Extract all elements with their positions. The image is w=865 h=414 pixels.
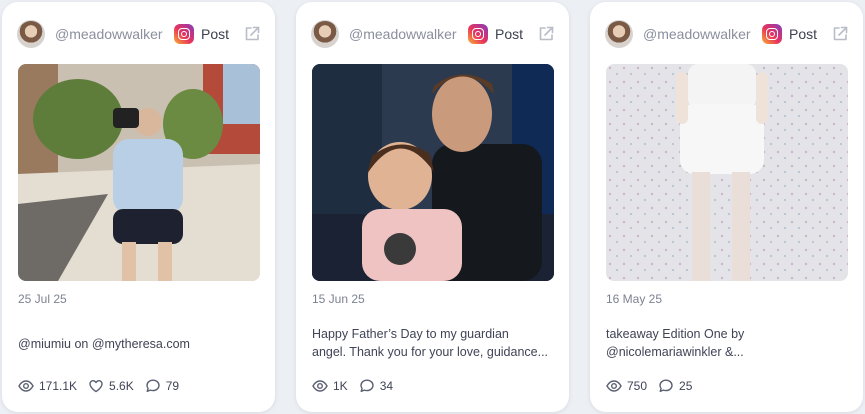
- comment-icon: [146, 379, 160, 392]
- comments-count: 25: [679, 379, 693, 393]
- post-card[interactable]: @meadowwalker Post 25 Jul 25 @miumiu on …: [2, 2, 275, 412]
- post-date: 25 Jul 25: [18, 292, 67, 306]
- eye-icon: [312, 380, 328, 392]
- views-count: 171.1K: [39, 379, 78, 393]
- post-date: 15 Jun 25: [312, 292, 365, 306]
- post-caption: Happy Father’s Day to my guardian angel.…: [312, 325, 556, 361]
- post-stats: 1K 34: [312, 378, 404, 394]
- caption-line: takeaway Edition One by: [606, 327, 745, 341]
- post-image[interactable]: [18, 64, 260, 281]
- comment-icon: [659, 379, 673, 392]
- views-stat: 171.1K: [18, 378, 77, 394]
- post-stats: 750 25: [606, 378, 703, 394]
- fashion-photo: [606, 64, 848, 281]
- external-link-icon[interactable]: [831, 25, 849, 43]
- caption-line: angel. Thank you for your love, guidance…: [312, 345, 549, 359]
- caption-line: @nicolemariawinkler &...: [606, 345, 744, 359]
- caption-line: @miumiu on @mytheresa.com: [18, 337, 190, 351]
- avatar[interactable]: [17, 20, 45, 48]
- post-type-label: Post: [494, 26, 523, 42]
- likes-stat: 5.6K: [88, 378, 134, 394]
- comments-stat: 34: [359, 378, 393, 394]
- username[interactable]: @meadowwalker: [349, 26, 457, 42]
- card-header: @meadowwalker Post: [311, 19, 555, 49]
- instagram-icon: [467, 24, 488, 44]
- comment-icon: [359, 379, 374, 392]
- portrait-photo: [312, 64, 554, 281]
- views-stat: 750: [606, 378, 647, 394]
- eye-icon: [606, 380, 622, 392]
- post-type-label: Post: [788, 26, 817, 42]
- street-photo: [18, 64, 260, 281]
- post-caption: takeaway Edition One by @nicolemariawink…: [606, 325, 850, 361]
- likes-count: 5.6K: [109, 379, 134, 393]
- card-header: @meadowwalker Post: [605, 19, 849, 49]
- comments-count: 79: [165, 379, 180, 393]
- views-count: 1K: [333, 379, 348, 393]
- username[interactable]: @meadowwalker: [643, 26, 751, 42]
- username[interactable]: @meadowwalker: [55, 26, 163, 42]
- instagram-icon: [173, 24, 194, 44]
- avatar[interactable]: [311, 20, 339, 48]
- comments-count: 34: [379, 379, 394, 393]
- post-date: 16 May 25: [606, 292, 663, 306]
- heart-icon: [89, 380, 103, 393]
- external-link-icon[interactable]: [243, 25, 261, 43]
- post-card[interactable]: @meadowwalker Post 15 Jun 25 Happy Fathe…: [296, 2, 569, 412]
- post-image[interactable]: [606, 64, 848, 281]
- views-stat: 1K: [312, 378, 348, 394]
- instagram-icon: [761, 24, 782, 44]
- card-header: @meadowwalker Post: [17, 19, 261, 49]
- external-link-icon[interactable]: [537, 25, 555, 43]
- post-stats: 171.1K 5.6K 79: [18, 378, 190, 394]
- avatar[interactable]: [605, 20, 633, 48]
- caption-line: Happy Father’s Day to my guardian: [312, 327, 509, 341]
- comments-stat: 79: [145, 378, 179, 394]
- post-type-label: Post: [200, 26, 229, 42]
- comments-stat: 25: [658, 378, 692, 394]
- eye-icon: [18, 380, 34, 392]
- post-caption: @miumiu on @mytheresa.com: [18, 335, 262, 353]
- post-image[interactable]: [312, 64, 554, 281]
- post-card[interactable]: @meadowwalker Post 16 May 25 takeaway Ed…: [590, 2, 863, 412]
- views-count: 750: [627, 379, 648, 393]
